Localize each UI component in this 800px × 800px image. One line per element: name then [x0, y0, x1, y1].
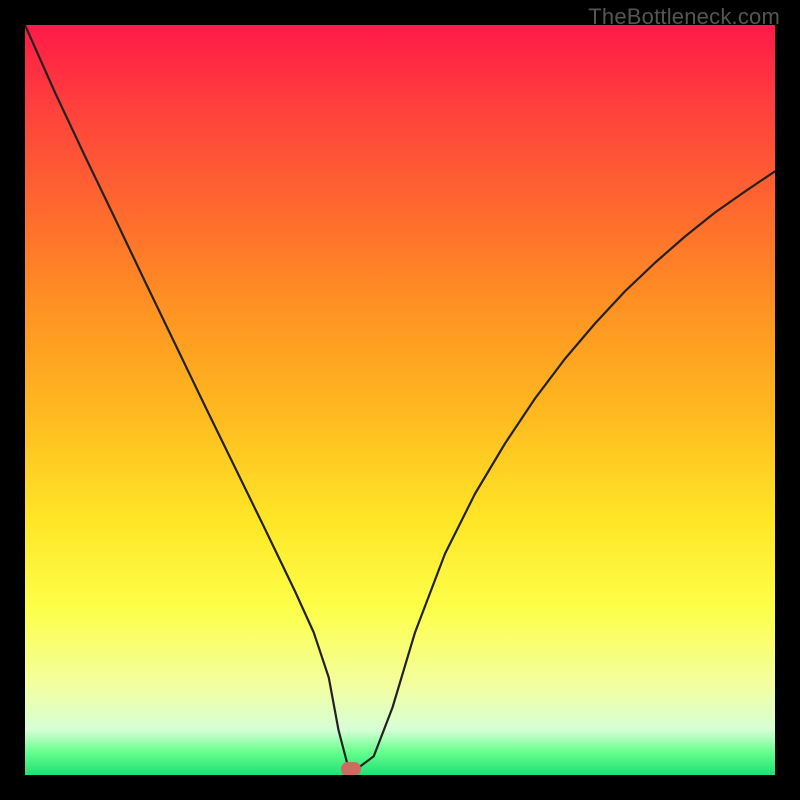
plot-area — [25, 25, 775, 775]
bottleneck-curve — [25, 25, 775, 775]
minimum-marker — [341, 762, 361, 775]
watermark-text: TheBottleneck.com — [588, 4, 780, 30]
chart-frame: TheBottleneck.com — [0, 0, 800, 800]
